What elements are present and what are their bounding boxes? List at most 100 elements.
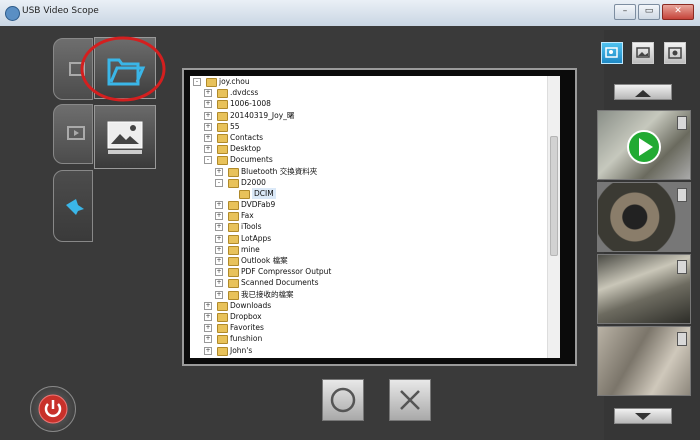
tree-row[interactable]: + iTools <box>190 221 560 233</box>
expand-icon[interactable]: + <box>204 335 212 344</box>
snapshot-thumbnail-2[interactable] <box>597 182 691 252</box>
x-icon <box>400 390 420 410</box>
collapse-icon[interactable]: - <box>204 156 212 165</box>
mode-settings-button[interactable] <box>601 42 623 64</box>
tree-row-label: .dvdcss <box>230 88 259 98</box>
tree-row[interactable]: +1006-1008 <box>190 98 560 110</box>
expand-icon[interactable]: + <box>215 201 223 210</box>
tree-row[interactable]: + LotApps <box>190 233 560 244</box>
expand-icon[interactable]: + <box>204 312 212 321</box>
expand-icon[interactable]: + <box>215 245 223 254</box>
tree-row[interactable]: + Contacts <box>190 132 560 143</box>
select-checkbox[interactable] <box>677 188 687 202</box>
folder-icon <box>206 78 217 87</box>
tree-row-label: John's <box>230 345 253 355</box>
tree-row[interactable]: - D2000 <box>190 177 560 188</box>
settings-icon <box>66 199 84 215</box>
tree-row[interactable]: +Links <box>190 356 560 358</box>
collapse-icon[interactable]: - <box>215 178 223 187</box>
tree-row-label: Downloads <box>230 300 272 310</box>
folder-icon <box>217 145 228 155</box>
tab-settings[interactable] <box>53 170 93 242</box>
tree-row[interactable]: + PDF Compressor Output <box>190 266 560 278</box>
settings-icon <box>605 47 618 58</box>
circle-icon <box>330 387 356 413</box>
tree-row[interactable]: - Documents <box>190 154 560 166</box>
folder-icon <box>228 234 239 244</box>
folder-icon <box>217 335 228 345</box>
scroll-up-button[interactable] <box>614 84 672 100</box>
expand-icon[interactable]: + <box>215 257 223 265</box>
tree-row[interactable]: +55 <box>190 121 560 132</box>
select-checkbox[interactable] <box>677 260 687 274</box>
expand-icon[interactable]: + <box>204 122 212 131</box>
scroll-down-button[interactable] <box>614 408 672 424</box>
expand-icon[interactable]: + <box>204 346 212 355</box>
tree-row-label: Documents <box>230 155 273 165</box>
video-icon <box>668 47 682 59</box>
cancel-button[interactable] <box>389 379 431 421</box>
snapshot-thumbnail-3[interactable] <box>597 254 691 324</box>
expand-icon[interactable]: + <box>204 301 212 310</box>
mode-video-button[interactable] <box>664 42 686 64</box>
expand-icon[interactable]: + <box>204 100 212 109</box>
expand-icon[interactable]: + <box>215 212 223 221</box>
scrollbar-thumb[interactable] <box>550 136 558 256</box>
ok-button[interactable] <box>322 379 364 421</box>
tree-row[interactable]: + 我已接收的檔案 <box>190 289 560 300</box>
arrow-down-icon <box>635 413 651 420</box>
tree-row[interactable]: + Fax <box>190 210 560 222</box>
tree-row[interactable]: + Bluetooth 交換資料夾 <box>190 166 560 177</box>
expand-icon[interactable]: + <box>204 111 212 120</box>
tree-row[interactable]: + John's <box>190 345 560 356</box>
power-button[interactable] <box>30 386 76 432</box>
folder-icon <box>217 156 228 166</box>
expand-icon[interactable]: + <box>204 89 212 98</box>
tree-row[interactable]: + Outlook 檔案 <box>190 255 560 266</box>
folder-icon <box>228 212 239 222</box>
expand-icon[interactable]: + <box>215 279 223 288</box>
tree-row[interactable]: + funshion <box>190 333 560 345</box>
tree-row[interactable]: + .dvdcss <box>190 87 560 99</box>
close-button[interactable]: ✕ <box>662 4 694 20</box>
expand-icon[interactable]: + <box>204 324 212 333</box>
expand-icon[interactable]: + <box>215 234 223 243</box>
tree-row[interactable]: + DVDFab9 <box>190 199 560 211</box>
tree-row[interactable]: + Desktop <box>190 143 560 155</box>
title-bar: USB Video Scope – ▭ ✕ <box>0 0 700 27</box>
expand-icon[interactable]: + <box>204 133 212 142</box>
select-checkbox[interactable] <box>677 332 687 346</box>
folder-icon <box>217 312 228 322</box>
tree-row[interactable]: DCIM <box>190 187 560 200</box>
window-controls: – ▭ ✕ <box>614 4 694 20</box>
minimize-button[interactable]: – <box>614 4 636 20</box>
select-checkbox[interactable] <box>677 116 687 130</box>
tree-row[interactable]: + mine <box>190 244 560 255</box>
tree-row[interactable]: + Favorites <box>190 322 560 334</box>
tree-row[interactable]: + Dropbox <box>190 311 560 322</box>
tree-scrollbar[interactable] <box>547 76 560 358</box>
mode-photo-button[interactable] <box>632 42 654 64</box>
maximize-button[interactable]: ▭ <box>638 4 660 20</box>
tree-row-label: Desktop <box>230 144 261 154</box>
snapshot-thumbnail-4[interactable] <box>597 326 691 396</box>
expand-icon[interactable]: + <box>215 167 223 176</box>
tree-row[interactable]: +20140319_Joy_曙 <box>190 110 560 121</box>
tree-row[interactable]: + Scanned Documents <box>190 277 560 289</box>
tree-row[interactable]: + Downloads <box>190 300 560 311</box>
snapshot-thumbnail-1[interactable] <box>597 110 691 180</box>
tree-row-label: funshion <box>230 334 263 344</box>
gallery-tile[interactable] <box>94 105 156 169</box>
folder-icon <box>228 245 239 255</box>
expand-icon[interactable]: + <box>215 268 223 277</box>
tree-row[interactable]: - joy.chou <box>190 76 560 87</box>
collapse-icon[interactable]: - <box>193 78 201 86</box>
folder-icon <box>228 279 239 289</box>
tree-row-label: Bluetooth 交換資料夾 <box>241 166 318 176</box>
tab-video[interactable] <box>53 104 93 164</box>
tree-row-label: Links <box>230 356 249 358</box>
expand-icon[interactable]: + <box>215 223 223 232</box>
expand-icon[interactable]: + <box>215 290 223 299</box>
expand-icon[interactable]: + <box>204 145 212 154</box>
folder-icon <box>217 89 228 99</box>
